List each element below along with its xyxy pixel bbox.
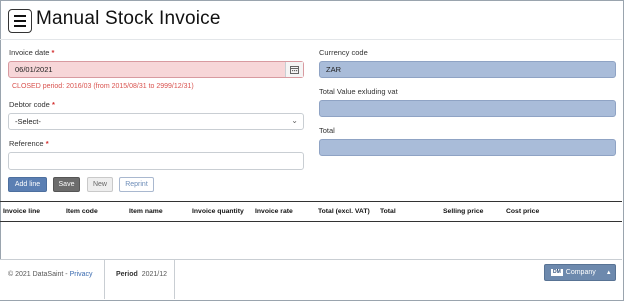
total-label: Total bbox=[319, 126, 335, 135]
caret-up-icon: ▲ bbox=[605, 269, 612, 276]
hamburger-menu-icon[interactable] bbox=[8, 9, 32, 33]
copyright-text: © 2021 DataSaint - bbox=[8, 271, 70, 278]
col-total[interactable]: Total bbox=[380, 208, 396, 215]
reference-label-text: Reference bbox=[9, 139, 44, 148]
currency-code-value: ZAR bbox=[326, 65, 341, 74]
privacy-link[interactable]: Privacy bbox=[70, 271, 93, 278]
reference-label: Reference * bbox=[9, 139, 49, 148]
company-logo-icon: DM bbox=[551, 269, 563, 276]
col-invoice-quantity[interactable]: Invoice quantity bbox=[192, 208, 244, 215]
debtor-code-selected-value: -Select- bbox=[15, 117, 41, 126]
menu-line bbox=[14, 15, 26, 17]
invoice-date-label-text: Invoice date bbox=[9, 48, 50, 57]
table-top-border bbox=[0, 201, 622, 202]
col-item-name[interactable]: Item name bbox=[129, 208, 163, 215]
calendar-glyph bbox=[290, 66, 299, 74]
footer bbox=[0, 259, 622, 300]
total-ex-vat-field bbox=[319, 100, 616, 117]
footer-copyright: © 2021 DataSaint - Privacy bbox=[8, 271, 93, 278]
reprint-button[interactable]: Reprint bbox=[119, 177, 154, 192]
debtor-code-label-text: Debtor code bbox=[9, 100, 50, 109]
calendar-icon[interactable] bbox=[285, 62, 303, 77]
invoice-date-label: Invoice date * bbox=[9, 48, 54, 57]
company-dropdown-button[interactable]: DM Company ▲ bbox=[544, 264, 616, 281]
debtor-code-select[interactable]: -Select- ⌄ bbox=[8, 113, 304, 130]
footer-period: Period 2021/12 bbox=[116, 271, 167, 278]
period-label: Period bbox=[116, 271, 138, 278]
footer-divider bbox=[174, 260, 175, 299]
page-title: Manual Stock Invoice bbox=[36, 8, 221, 29]
chevron-down-icon: ⌄ bbox=[291, 116, 298, 125]
total-ex-vat-label: Total Value exluding vat bbox=[319, 87, 398, 96]
invoice-date-field[interactable]: 06/01/2021 bbox=[8, 61, 304, 78]
col-item-code[interactable]: Item code bbox=[66, 208, 98, 215]
col-cost-price[interactable]: Cost price bbox=[506, 208, 539, 215]
new-button[interactable]: New bbox=[87, 177, 113, 192]
invoice-date-value: 06/01/2021 bbox=[15, 65, 53, 74]
reference-input[interactable] bbox=[8, 152, 304, 170]
total-field bbox=[319, 139, 616, 156]
col-invoice-rate[interactable]: Invoice rate bbox=[255, 208, 293, 215]
table-header-bottom-border bbox=[0, 221, 622, 222]
required-marker: * bbox=[51, 48, 55, 57]
menu-line bbox=[14, 25, 26, 27]
required-marker: * bbox=[45, 139, 49, 148]
currency-code-label: Currency code bbox=[319, 48, 368, 57]
period-value: 2021/12 bbox=[141, 271, 167, 278]
company-label: Company bbox=[565, 269, 596, 276]
required-marker: * bbox=[51, 100, 55, 109]
col-total-excl-vat[interactable]: Total (excl. VAT) bbox=[318, 208, 370, 215]
col-selling-price[interactable]: Selling price bbox=[443, 208, 483, 215]
invoice-date-error: CLOSED period: 2016/03 (from 2015/08/31 … bbox=[12, 83, 194, 90]
footer-divider bbox=[104, 260, 105, 299]
title-divider bbox=[0, 39, 622, 40]
currency-code-field: ZAR bbox=[319, 61, 616, 78]
save-button[interactable]: Save bbox=[53, 177, 80, 192]
debtor-code-label: Debtor code * bbox=[9, 100, 55, 109]
add-line-button[interactable]: Add line bbox=[8, 177, 47, 192]
menu-line bbox=[14, 20, 26, 22]
col-invoice-line[interactable]: Invoice line bbox=[3, 208, 40, 215]
